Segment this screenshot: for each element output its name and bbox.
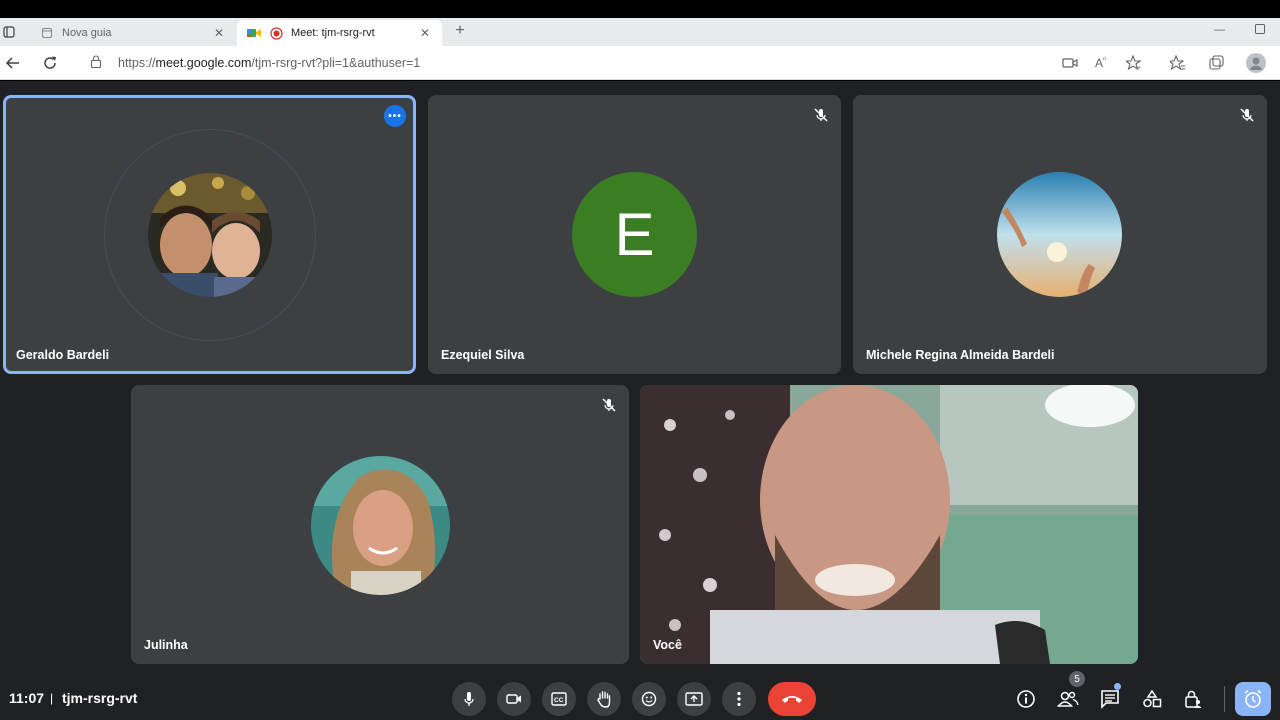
people-icon: [1057, 691, 1079, 707]
avatar: [311, 456, 450, 595]
restore-icon[interactable]: [1255, 24, 1265, 37]
participant-tile-self[interactable]: Você: [640, 385, 1138, 664]
reload-icon[interactable]: [41, 54, 59, 72]
participant-name: Geraldo Bardeli: [16, 348, 110, 362]
avatar-initial: E: [614, 201, 655, 268]
participant-name: Julinha: [144, 638, 188, 652]
add-favorite-icon[interactable]: +: [1126, 55, 1142, 71]
people-button[interactable]: [1057, 688, 1079, 710]
avatar: [148, 173, 272, 297]
participant-name: Michele Regina Almeida Bardeli: [866, 348, 1055, 362]
address-bar[interactable]: https://meet.google.com/tjm-rsrg-rvt?pli…: [78, 50, 1158, 76]
activities-button[interactable]: [1141, 688, 1163, 710]
svg-text:CC: CC: [554, 697, 564, 704]
camera-button[interactable]: [497, 682, 531, 716]
info-icon: [1017, 690, 1035, 708]
recording-icon: [269, 26, 283, 40]
url-host: meet.google.com: [155, 56, 252, 70]
svg-text:+: +: [1137, 65, 1141, 71]
participant-count-badge: 5: [1069, 671, 1085, 687]
participant-tile-geraldo[interactable]: ••• Geraldo Bardeli: [3, 95, 416, 374]
mic-off-icon: [814, 108, 828, 122]
emoji-icon: [641, 691, 657, 707]
browser-tabstrip: Nova guia ✕ Meet: tjm-rsrg-rvt ✕ + —: [0, 18, 1280, 46]
minimize-icon[interactable]: —: [1214, 24, 1225, 36]
meet-control-bar: 11:07 | tjm-rsrg-rvt CC: [0, 672, 1280, 720]
microphone-button[interactable]: [452, 682, 486, 716]
more-vert-icon: [737, 691, 741, 707]
mic-off-icon: [602, 398, 616, 412]
profile-avatar-icon[interactable]: [1246, 53, 1266, 73]
timer-button[interactable]: [1235, 682, 1271, 716]
participant-tile-julinha[interactable]: Julinha: [131, 385, 629, 664]
avatar: [997, 172, 1122, 297]
chat-unread-dot: [1114, 683, 1121, 690]
meeting-code: tjm-rsrg-rvt: [62, 690, 138, 706]
shapes-icon: [1143, 689, 1162, 708]
url-path: /tjm-rsrg-rvt?pli=1&authuser=1: [251, 56, 421, 70]
participant-tile-ezequiel[interactable]: E Ezequiel Silva: [428, 95, 841, 374]
videocam-icon: [506, 694, 521, 704]
participant-name: Ezequiel Silva: [441, 348, 525, 362]
close-icon[interactable]: ✕: [418, 26, 432, 40]
collections-icon[interactable]: [1208, 55, 1224, 71]
closed-caption-icon: CC: [551, 692, 567, 706]
call-end-icon: [782, 696, 802, 703]
self-video: [640, 385, 1138, 664]
leave-call-button[interactable]: [768, 682, 816, 716]
page-icon: [40, 26, 54, 40]
close-icon[interactable]: ✕: [212, 26, 226, 40]
participant-tile-michele[interactable]: Michele Regina Almeida Bardeli: [853, 95, 1267, 374]
present-icon: [685, 692, 703, 706]
meeting-details-button[interactable]: [1015, 688, 1037, 710]
camera-indicator-icon[interactable]: [1062, 55, 1078, 71]
tab-label: Nova guia: [62, 27, 112, 39]
screen-top-edge: [0, 0, 1280, 18]
meet-icon: [247, 26, 261, 40]
tab-actions-icon[interactable]: [3, 26, 15, 38]
more-options-button[interactable]: •••: [384, 105, 406, 127]
tab-label: Meet: tjm-rsrg-rvt: [291, 27, 375, 39]
captions-button[interactable]: CC: [542, 682, 576, 716]
lock-person-icon: [1185, 690, 1202, 708]
hand-icon: [597, 691, 611, 708]
participant-name: Você: [653, 638, 682, 652]
divider: [1224, 686, 1225, 712]
host-controls-button[interactable]: [1182, 688, 1204, 710]
back-icon[interactable]: [4, 54, 22, 72]
tab-nova-guia[interactable]: Nova guia ✕: [30, 20, 236, 46]
meeting-time: 11:07: [9, 690, 45, 706]
browser-toolbar: https://meet.google.com/tjm-rsrg-rvt?pli…: [0, 46, 1280, 80]
more-options-button[interactable]: [722, 682, 756, 716]
new-tab-icon[interactable]: +: [452, 23, 468, 39]
lock-icon[interactable]: [90, 55, 104, 71]
favorites-icon[interactable]: [1170, 55, 1186, 71]
reactions-button[interactable]: [632, 682, 666, 716]
mic-icon: [464, 692, 474, 706]
present-screen-button[interactable]: [677, 682, 711, 716]
raise-hand-button[interactable]: [587, 682, 621, 716]
meet-stage: ••• Geraldo Bardeli E Ezequiel Silva Mic…: [0, 81, 1280, 720]
chat-button[interactable]: [1099, 688, 1121, 710]
mic-off-icon: [1240, 108, 1254, 122]
read-aloud-icon[interactable]: Aⁿ: [1095, 55, 1111, 71]
chat-icon: [1101, 690, 1119, 709]
avatar: E: [572, 172, 697, 297]
tab-meet[interactable]: Meet: tjm-rsrg-rvt ✕: [237, 20, 442, 46]
meeting-separator: |: [50, 691, 54, 705]
url-protocol: https://: [118, 56, 156, 70]
alarm-icon: [1244, 689, 1262, 708]
